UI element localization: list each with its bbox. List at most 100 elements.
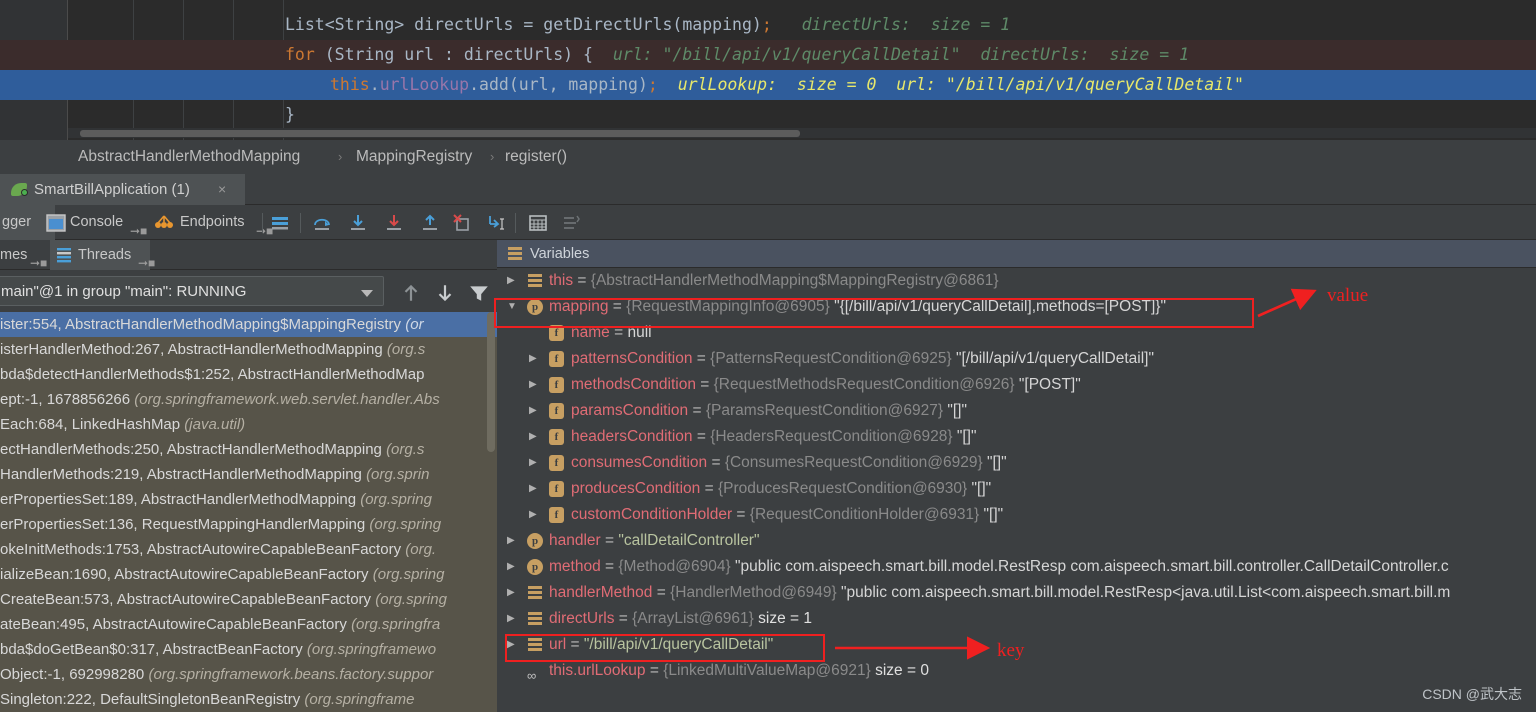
thread-selector[interactable]: main"@1 in group "main": RUNNING <box>0 276 384 306</box>
chevron-right-icon[interactable]: ▶ <box>529 346 543 372</box>
variable-value: "public com.aispeech.smart.bill.model.Re… <box>840 584 1451 601</box>
variable-row[interactable]: ▶ handlerMethod = {HandlerMethod@6949} "p… <box>497 580 1536 606</box>
run-to-cursor-icon[interactable] <box>486 213 506 233</box>
variable-name: this <box>549 272 574 289</box>
variable-row[interactable]: ▶ f paramsCondition = {ParamsRequestCondit… <box>497 398 1536 424</box>
chevron-right-icon[interactable]: ▶ <box>529 424 543 450</box>
variable-equals: = <box>614 610 633 627</box>
code-line[interactable]: this.urlLookup.add(url, mapping); urlLoo… <box>0 70 1536 100</box>
stack-frame-row[interactable]: bda$detectHandlerMethods$1:252, Abstract… <box>0 362 497 387</box>
stack-frame-row[interactable]: ectHandlerMethods:250, AbstractHandlerMe… <box>0 437 497 462</box>
variables-title: Variables <box>530 246 590 262</box>
breadcrumb-item-method[interactable]: register() <box>505 140 567 174</box>
variable-equals: = <box>707 454 725 471</box>
step-into-icon[interactable] <box>348 213 368 233</box>
stack-frame-method: ectHandlerMethods:250, AbstractHandlerMe… <box>0 441 387 458</box>
chevron-right-icon[interactable]: ▶ <box>507 554 521 580</box>
stack-frame-row[interactable]: Object:-1, 692998280 (org.springframewor… <box>0 662 497 687</box>
close-icon[interactable]: × <box>218 174 226 205</box>
drop-frame-icon[interactable] <box>452 213 472 233</box>
stack-frame-row[interactable]: Each:684, LinkedHashMap (java.util) <box>0 412 497 437</box>
variable-row[interactable]: ▶ f consumesCondition = {ConsumesRequestCo… <box>497 450 1536 476</box>
variable-type: {Method@6904} <box>618 558 735 575</box>
chevron-right-icon[interactable]: ▶ <box>529 450 543 476</box>
step-over-icon[interactable] <box>312 213 332 233</box>
stack-frame-row[interactable]: CreateBean:573, AbstractAutowireCapableB… <box>0 587 497 612</box>
chevron-right-icon[interactable]: ▶ <box>507 580 521 606</box>
stack-frame-package: (org. <box>405 541 437 558</box>
show-execution-point-icon[interactable] <box>270 213 290 233</box>
field-icon: f <box>549 403 564 419</box>
variable-row[interactable]: ▶ f methodsCondition = {RequestMethodsRequ… <box>497 372 1536 398</box>
variable-type: {ArrayList@6961} <box>632 610 759 627</box>
chevron-right-icon[interactable]: ▶ <box>507 606 521 632</box>
chevron-right-icon[interactable]: ▶ <box>529 398 543 424</box>
stack-frame-row[interactable]: ister:554, AbstractHandlerMethodMapping$… <box>0 312 497 337</box>
evaluate-expression-icon[interactable] <box>528 213 548 233</box>
variable-text: producesCondition = {ProducesRequestCond… <box>571 476 991 502</box>
code-line[interactable]: for (String url : directUrls) { url: "/b… <box>0 40 1536 70</box>
stack-frame-package: (org.springframework.beans.factory.suppo… <box>148 666 434 683</box>
variable-row[interactable]: ▶ this = {AbstractHandlerMethodMapping$Ma… <box>497 268 1536 294</box>
tab-frames[interactable]: mes ➞■ <box>0 240 47 270</box>
variable-value: "[]" <box>956 428 977 445</box>
field-icon: f <box>549 377 564 393</box>
variable-row[interactable]: ▶ p method = {Method@6904} "public com.ais… <box>497 554 1536 580</box>
tab-console[interactable]: Console ➞■ <box>42 205 147 240</box>
chevron-down-icon[interactable] <box>361 290 373 297</box>
variable-row[interactable]: ▶ f headersCondition = {HeadersRequestCond… <box>497 424 1536 450</box>
step-out-icon[interactable] <box>420 213 440 233</box>
chevron-right-icon[interactable]: ▶ <box>507 268 521 294</box>
stack-frame-row[interactable]: ept:-1, 1678856266 (org.springframework.… <box>0 387 497 412</box>
stack-frame-package: (org.spring <box>372 566 445 583</box>
stack-frame-row[interactable]: bda$doGetBean$0:317, AbstractBeanFactory… <box>0 637 497 662</box>
force-step-into-icon[interactable] <box>384 213 404 233</box>
chevron-right-icon[interactable]: ▶ <box>529 502 543 528</box>
code-token: List<String> directUrls = getDirectUrls(… <box>285 15 762 34</box>
param-icon: p <box>527 533 543 549</box>
variable-row[interactable]: ▶ f producesCondition = {ProducesRequestCo… <box>497 476 1536 502</box>
code-line[interactable]: } <box>0 100 1536 130</box>
variable-row[interactable]: ▶ directUrls = {ArrayList@6961} size = 1 <box>497 606 1536 632</box>
code-line[interactable]: List<String> directUrls = getDirectUrls(… <box>0 10 1536 40</box>
stack-frame-method: okeInitMethods:1753, AbstractAutowireCap… <box>0 541 406 558</box>
stack-frame-method: ializeBean:1690, AbstractAutowireCapable… <box>0 566 373 583</box>
call-stack-list[interactable]: ister:554, AbstractHandlerMethodMapping$… <box>0 312 497 712</box>
tab-endpoints-label: Endpoints <box>180 214 245 230</box>
frames-scrollbar-thumb[interactable] <box>487 312 495 452</box>
tab-endpoints[interactable]: Endpoints ➞■ <box>150 205 273 240</box>
stack-frame-method: ateBean:495, AbstractAutowireCapableBean… <box>0 616 352 633</box>
variable-type: {PatternsRequestCondition@6925} <box>710 350 956 367</box>
stack-frame-row[interactable]: ializeBean:1690, AbstractAutowireCapable… <box>0 562 497 587</box>
variable-row[interactable]: ▶ f customConditionHolder = {RequestCondit… <box>497 502 1536 528</box>
chevron-right-icon[interactable]: ▶ <box>507 528 521 554</box>
chevron-right-icon[interactable]: ▶ <box>529 372 543 398</box>
variable-type: {RequestMethodsRequestCondition@6926} <box>713 376 1019 393</box>
stack-frame-row[interactable]: Singleton:222, DefaultSingletonBeanRegis… <box>0 687 497 712</box>
stack-frame-method: bda$detectHandlerMethods$1:252, Abstract… <box>0 366 425 383</box>
variable-row[interactable]: ▶ f patternsCondition = {PatternsRequestCo… <box>497 346 1536 372</box>
code-editor[interactable]: ✓ ✓ List<String> directUrls = getDirectU… <box>0 0 1536 140</box>
breadcrumb-item-inner-class[interactable]: MappingRegistry <box>356 140 472 174</box>
stack-frame-row[interactable]: isterHandlerMethod:267, AbstractHandlerM… <box>0 337 497 362</box>
run-tab-smartbillapplication[interactable]: SmartBillApplication (1) × <box>0 174 245 205</box>
variable-row[interactable]: ▶ p handler = "callDetailController" <box>497 528 1536 554</box>
stack-frame-row[interactable]: HandlerMethods:219, AbstractHandlerMetho… <box>0 462 497 487</box>
frames-filter-icon[interactable] <box>468 282 490 304</box>
tab-threads[interactable]: Threads ➞■ <box>50 240 155 270</box>
run-tab-bar: SmartBillApplication (1) × <box>0 174 1536 205</box>
frames-up-icon[interactable] <box>400 282 422 304</box>
stack-frame-row[interactable]: erPropertiesSet:189, AbstractHandlerMeth… <box>0 487 497 512</box>
list-icon <box>527 585 543 601</box>
stack-frame-row[interactable]: okeInitMethods:1753, AbstractAutowireCap… <box>0 537 497 562</box>
inline-debug-hint: directUrls: size = 1 <box>771 15 1011 34</box>
stack-frame-row[interactable]: ateBean:495, AbstractAutowireCapableBean… <box>0 612 497 637</box>
frames-down-icon[interactable] <box>434 282 456 304</box>
tab-threads-label: Threads <box>78 247 132 263</box>
mute-breakpoints-icon[interactable] <box>562 213 582 233</box>
chevron-right-icon[interactable]: ▶ <box>529 476 543 502</box>
variable-equals: = <box>652 584 671 601</box>
editor-hscroll-thumb[interactable] <box>80 130 800 137</box>
stack-frame-row[interactable]: erPropertiesSet:136, RequestMappingHandl… <box>0 512 497 537</box>
breadcrumb-item-class[interactable]: AbstractHandlerMethodMapping <box>78 140 300 174</box>
